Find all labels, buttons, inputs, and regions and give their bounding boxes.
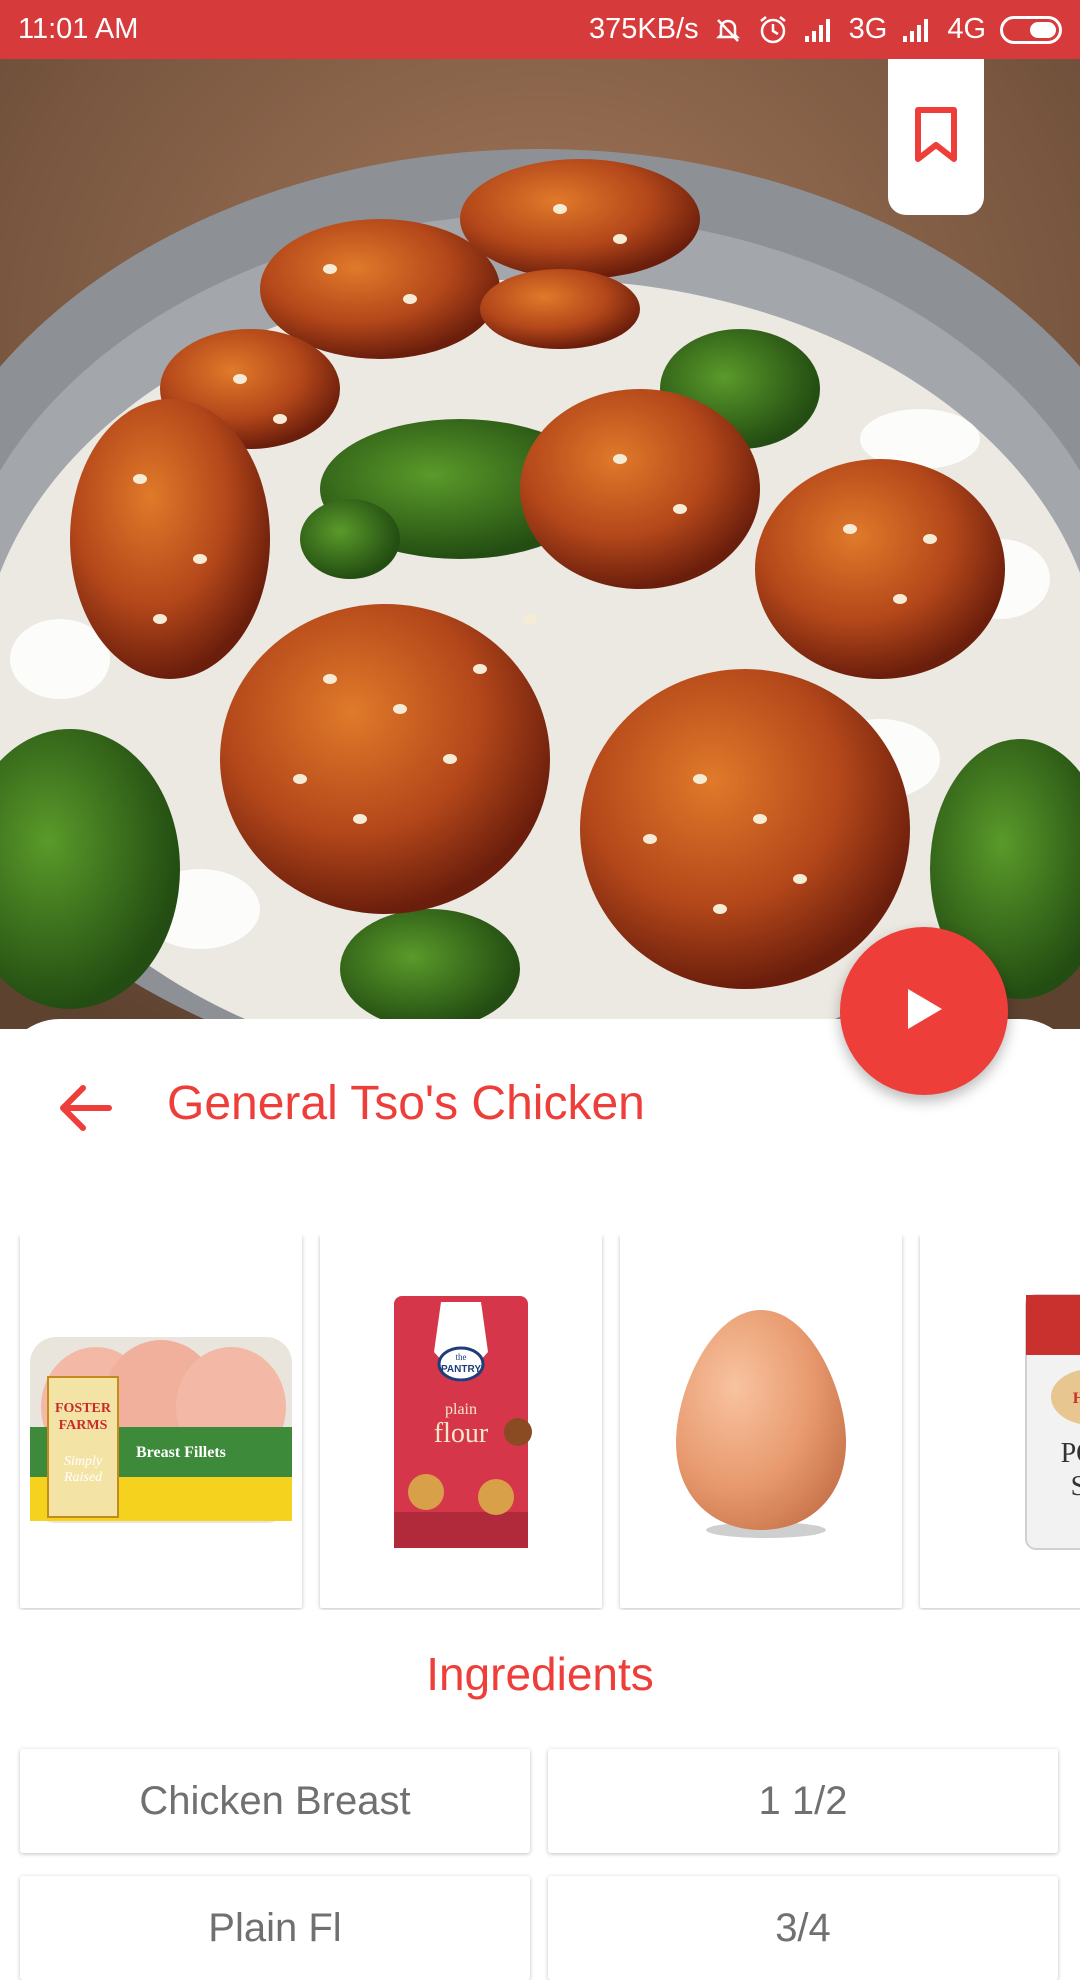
ingredients-heading: Ingredients <box>426 1648 654 1700</box>
status-bar: 11:01 AM 375KB/s 3G 4G <box>0 0 1080 59</box>
svg-text:Breast Fillets: Breast Fillets <box>136 1444 226 1461</box>
play-video-button[interactable] <box>840 927 1008 1095</box>
network-type-3g: 3G <box>848 13 888 45</box>
ingredient-card-plain-flour[interactable]: the PANTRY plain flour <box>320 1235 602 1608</box>
svg-text:flour: flour <box>434 1418 489 1449</box>
status-time: 11:01 AM <box>18 13 139 45</box>
svg-text:STA: STA <box>1071 1471 1080 1502</box>
mute-icon <box>713 15 743 45</box>
arrow-left-icon <box>57 1084 113 1137</box>
svg-text:FOSTER: FOSTER <box>55 1401 112 1416</box>
network-speed: 375KB/s <box>588 13 699 45</box>
signal-icon <box>803 16 835 44</box>
ingredient-image-carousel[interactable]: FOSTER FARMS Simply Raised Breast Fillet… <box>0 1235 1080 1610</box>
network-type-4g: 4G <box>947 13 986 45</box>
svg-text:HOD: HOD <box>1073 1390 1080 1407</box>
battery-icon <box>1000 15 1062 44</box>
signal-icon <box>901 16 933 44</box>
ingredient-card-egg[interactable] <box>620 1235 902 1608</box>
potato-starch-image: HOD POTA STA <box>1025 1293 1080 1550</box>
back-button[interactable] <box>50 1080 120 1140</box>
flour-bag-image: the PANTRY plain flour <box>394 1295 532 1548</box>
ingredient-card-chicken-breast[interactable]: FOSTER FARMS Simply Raised Breast Fillet… <box>20 1235 302 1608</box>
ingredient-name: Chicken Breast <box>20 1749 530 1853</box>
svg-text:FARMS: FARMS <box>59 1418 108 1433</box>
bookmark-button[interactable] <box>888 59 984 215</box>
svg-text:the: the <box>456 1352 467 1362</box>
svg-text:PANTRY: PANTRY <box>441 1364 481 1375</box>
ingredient-quantity: 1 1/2 <box>548 1749 1058 1853</box>
recipe-title: General Tso's Chicken <box>167 1077 645 1130</box>
ingredient-card-potato-starch[interactable]: HOD POTA STA <box>920 1235 1080 1608</box>
chicken-breast-image: FOSTER FARMS Simply Raised Breast Fillet… <box>30 1336 292 1523</box>
svg-text:Raised: Raised <box>63 1470 103 1485</box>
play-icon <box>904 987 944 1036</box>
egg-image <box>676 1309 846 1538</box>
ingredient-name: Plain Fl <box>20 1876 530 1980</box>
status-icons: 375KB/s 3G 4G <box>589 13 1062 46</box>
svg-text:plain: plain <box>445 1401 477 1418</box>
svg-text:POTA: POTA <box>1061 1438 1080 1469</box>
svg-text:Simply: Simply <box>64 1454 103 1469</box>
bookmark-icon <box>913 106 959 168</box>
alarm-icon <box>757 14 789 46</box>
ingredient-quantity: 3/4 <box>548 1876 1058 1980</box>
